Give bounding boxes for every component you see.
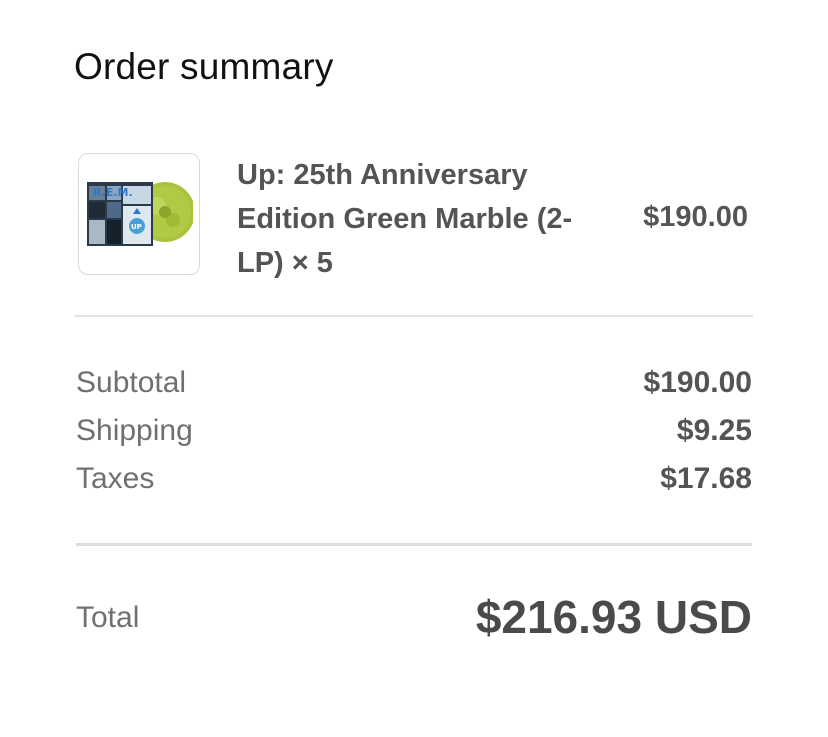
subtotal-label: Subtotal: [76, 366, 187, 399]
divider: [74, 315, 753, 317]
shipping-value: $9.25: [676, 414, 752, 447]
taxes-row: Taxes $17.68: [76, 459, 752, 499]
total-value: $216.93 USD: [475, 591, 752, 643]
product-name[interactable]: Up: 25th Anniversary Edition Green Marbl…: [237, 153, 577, 285]
product-thumbnail[interactable]: R.E.M. UP: [78, 153, 200, 275]
taxes-value: $17.68: [660, 462, 752, 495]
total-label: Total: [76, 601, 140, 634]
shipping-row: Shipping $9.25: [76, 411, 752, 451]
divider: [76, 543, 752, 546]
album-cover-icon: R.E.M. UP: [87, 182, 193, 246]
subtotal-row: Subtotal $190.00: [76, 363, 752, 403]
band-name-text: R.E.M.: [93, 186, 133, 199]
line-item[interactable]: R.E.M. UP Up: 25th Anniversary Edition G…: [78, 153, 752, 279]
badge-text: UP: [131, 223, 142, 231]
taxes-label: Taxes: [76, 462, 155, 495]
total-row: Total $216.93 USD: [76, 588, 752, 648]
product-price: $190.00: [643, 201, 748, 233]
page-title: Order summary: [74, 46, 334, 87]
subtotal-value: $190.00: [643, 366, 752, 399]
shipping-label: Shipping: [76, 414, 193, 447]
